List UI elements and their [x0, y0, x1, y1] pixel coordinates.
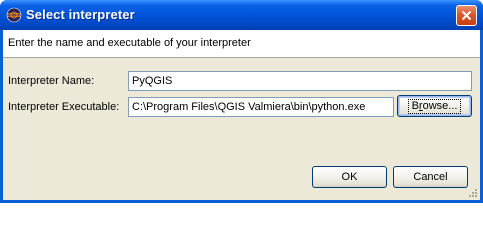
- browse-label-end: owse...: [422, 99, 458, 112]
- cancel-button-label: Cancel: [413, 171, 448, 183]
- browse-label-start: B: [411, 99, 419, 112]
- resize-grip-icon[interactable]: [468, 188, 478, 198]
- message-banner: Enter the name and executable of your in…: [3, 30, 480, 58]
- dialog-window: Select interpreter Enter the name and ex…: [0, 0, 483, 203]
- interpreter-name-label: Interpreter Name:: [8, 75, 95, 87]
- banner-message: Enter the name and executable of your in…: [8, 37, 251, 49]
- close-button[interactable]: [456, 5, 477, 26]
- title-bar[interactable]: Select interpreter: [0, 0, 483, 30]
- window-title: Select interpreter: [26, 7, 135, 22]
- close-icon: [461, 10, 472, 21]
- browse-button[interactable]: Browse...: [397, 95, 472, 117]
- eclipse-icon: [6, 7, 22, 23]
- interpreter-executable-label: Interpreter Executable:: [8, 101, 120, 113]
- dialog-body: Enter the name and executable of your in…: [3, 30, 480, 200]
- interpreter-executable-field[interactable]: C:\Program Files\QGIS Valmiera\bin\pytho…: [128, 97, 394, 117]
- ok-button-label: OK: [341, 171, 358, 183]
- interpreter-name-field[interactable]: PyQGIS: [128, 71, 472, 91]
- cancel-button[interactable]: Cancel: [393, 166, 468, 188]
- browse-button-label: Browse...: [407, 98, 462, 114]
- ok-button[interactable]: OK: [312, 166, 387, 188]
